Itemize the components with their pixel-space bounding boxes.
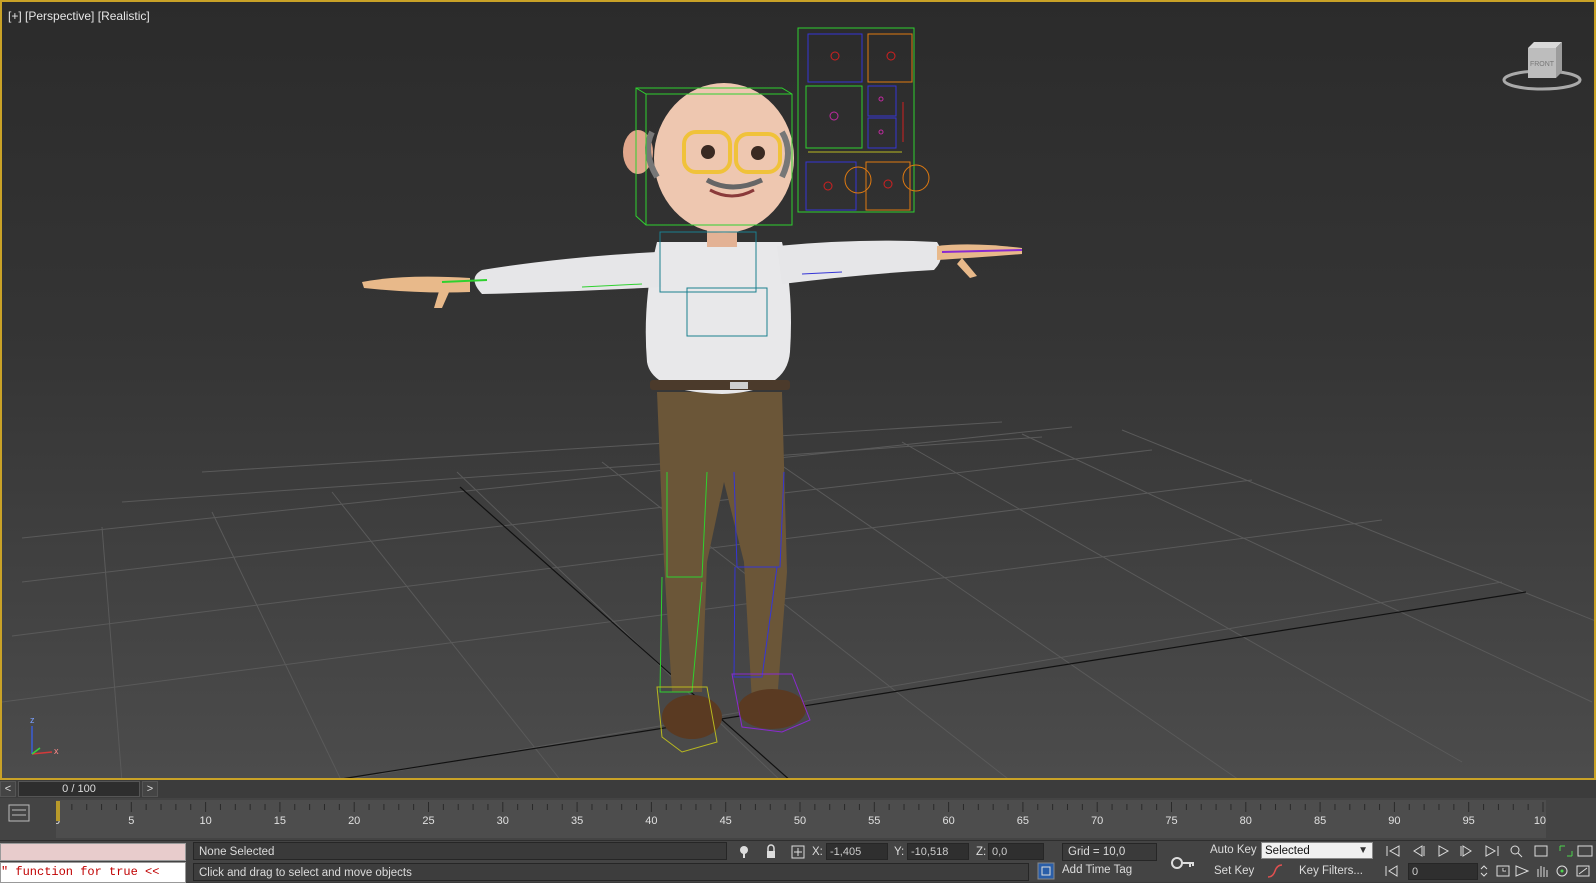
maxscript-listener-input[interactable] (0, 843, 186, 861)
track-tick-label: 75 (1165, 815, 1177, 827)
y-coord-label: Y: (894, 846, 905, 858)
grid-spacing: Grid = 10,0 (1062, 843, 1157, 861)
time-slider-prev-button[interactable]: < (0, 781, 16, 797)
auto-key-button[interactable]: Auto Key (1210, 844, 1257, 856)
track-tick-label: 85 (1314, 815, 1326, 827)
x-coord-input[interactable]: -1,405 (826, 843, 888, 860)
key-mode-toggle-icon[interactable] (1383, 863, 1403, 879)
track-tick-label: 10 (199, 815, 211, 827)
viewcube-front-label: FRONT (1530, 61, 1555, 68)
status-bar: " function for true << None Selected Cli… (0, 840, 1596, 883)
curve-editor-icon[interactable] (8, 804, 30, 822)
key-mode-value: Selected (1265, 845, 1310, 857)
current-frame-input[interactable]: 0 (1408, 863, 1478, 880)
chevron-down-icon: ▼ (1358, 845, 1368, 856)
track-tick-label: 20 (348, 815, 360, 827)
set-keys-icon[interactable] (1170, 851, 1196, 875)
prompt-line: Click and drag to select and move object… (193, 863, 1029, 881)
track-bar-ticks: 0510152025303540455055606570758085909510… (56, 801, 1546, 827)
viewport-label: [+] [Perspective] [Realistic] (8, 9, 150, 23)
zoom-region-icon[interactable] (1557, 843, 1577, 859)
viewport-shading-menu[interactable]: [Realistic] (98, 9, 150, 23)
character-model (362, 83, 1022, 739)
current-frame-marker[interactable] (56, 801, 60, 821)
track-tick-label: 25 (422, 815, 434, 827)
track-tick-label: 50 (794, 815, 806, 827)
maxscript-output[interactable]: " function for true << (0, 862, 186, 883)
viewcube[interactable]: FRONT (1500, 40, 1584, 94)
key-filters-button[interactable]: Key Filters... (1299, 865, 1363, 877)
ground-grid (2, 421, 1594, 778)
track-tick-label: 55 (868, 815, 880, 827)
perspective-viewport[interactable]: [+] [Perspective] [Realistic] FRONT z x (0, 0, 1596, 780)
track-tick-label: 5 (128, 815, 134, 827)
selection-lock-icon[interactable] (763, 844, 779, 860)
zoom-extents-icon[interactable] (1507, 843, 1527, 859)
maximize-toggle-icon[interactable] (1574, 863, 1594, 879)
play-icon[interactable] (1433, 843, 1453, 859)
key-mode-dropdown[interactable]: Selected ▼ (1261, 842, 1373, 859)
time-slider-next-button[interactable]: > (142, 781, 158, 797)
track-tick-label: 15 (274, 815, 286, 827)
track-tick-label: 65 (1017, 815, 1029, 827)
orbit-point-icon[interactable] (1512, 863, 1532, 879)
axis-x-label: x (54, 746, 59, 756)
time-slider[interactable]: 0 / 100 (18, 781, 140, 797)
x-coord-label: X: (812, 846, 823, 858)
time-configuration-icon[interactable] (1494, 863, 1514, 879)
axis-z-label: z (30, 715, 35, 725)
viewport-view-menu[interactable]: [Perspective] (25, 9, 94, 23)
facial-control-panel (797, 27, 930, 213)
set-key-button[interactable]: Set Key (1214, 865, 1254, 877)
track-tick-label: 30 (497, 815, 509, 827)
track-tick-label: 95 (1463, 815, 1475, 827)
maximize-viewport-icon[interactable] (1576, 843, 1596, 859)
go-to-start-icon[interactable] (1383, 843, 1403, 859)
grid-axis-line-2 (343, 591, 1527, 778)
track-bar: 0510152025303540455055606570758085909510… (0, 798, 1596, 840)
frame-spinner-icon[interactable] (1478, 863, 1490, 879)
selection-status: None Selected (193, 842, 727, 860)
y-coord-input[interactable]: -10,518 (907, 843, 969, 860)
pan-view-icon[interactable] (1532, 863, 1552, 879)
viewport-menu-plus[interactable]: [+] (8, 9, 22, 23)
z-coord-input[interactable]: 0,0 (988, 843, 1044, 860)
track-tick-label: 90 (1388, 815, 1400, 827)
track-tick-label: 40 (645, 815, 657, 827)
track-tick-label: 45 (720, 815, 732, 827)
track-tick-label: 35 (571, 815, 583, 827)
default-tangent-icon[interactable] (1267, 863, 1283, 879)
time-tag-icon[interactable] (1037, 862, 1055, 880)
next-frame-icon[interactable] (1457, 843, 1477, 859)
absolute-mode-icon[interactable] (790, 844, 806, 860)
track-tick-label: 100 (1534, 815, 1546, 827)
time-slider-bar: < 0 / 100 > (0, 780, 1596, 799)
go-to-end-icon[interactable] (1482, 843, 1502, 859)
track-tick-label: 70 (1091, 815, 1103, 827)
orbit-icon[interactable] (1552, 863, 1572, 879)
scene-render[interactable] (2, 2, 1596, 780)
track-tick-label: 80 (1240, 815, 1252, 827)
axis-tripod: z x (30, 715, 59, 756)
add-time-tag-button[interactable]: Add Time Tag (1062, 864, 1132, 876)
previous-frame-icon[interactable] (1408, 843, 1428, 859)
isolate-selection-icon[interactable] (736, 844, 752, 860)
track-tick-label: 60 (942, 815, 954, 827)
z-coord-label: Z: (976, 846, 987, 858)
zoom-all-icon[interactable] (1532, 843, 1552, 859)
track-bar-ruler[interactable]: 0510152025303540455055606570758085909510… (56, 800, 1546, 838)
